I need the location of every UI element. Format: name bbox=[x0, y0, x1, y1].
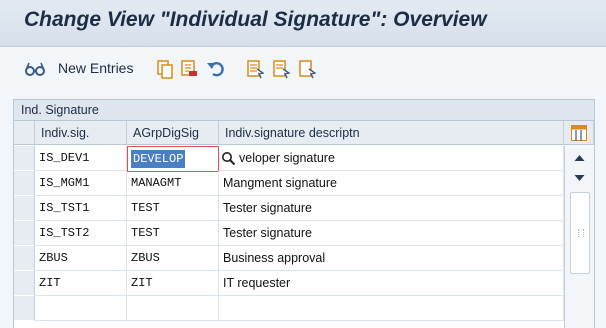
agrpdigsig-input[interactable]: DEVELOP bbox=[127, 146, 219, 172]
scrollbar-grip bbox=[578, 229, 584, 237]
table-cell-empty[interactable] bbox=[219, 296, 564, 321]
row-selector[interactable] bbox=[14, 221, 35, 246]
glasses-icon[interactable] bbox=[24, 59, 46, 79]
table-cell-sig[interactable]: IS_DEV1 bbox=[35, 146, 127, 171]
table-cell-desc[interactable]: IT requester bbox=[219, 271, 564, 296]
select-block-icon[interactable] bbox=[272, 59, 290, 79]
table-cell-empty[interactable] bbox=[127, 296, 219, 321]
table-cell-sig[interactable]: ZBUS bbox=[35, 246, 127, 271]
table-cell-desc[interactable]: veloper signature bbox=[219, 146, 564, 171]
table-cell-grp[interactable]: MANAGMT bbox=[127, 171, 219, 196]
agrpdigsig-input-value: DEVELOP bbox=[131, 150, 186, 168]
row-selector[interactable] bbox=[14, 271, 35, 296]
table-cell-grp[interactable]: TEST bbox=[127, 221, 219, 246]
table-cell-sig[interactable]: IS_MGM1 bbox=[35, 171, 127, 196]
select-all-icon[interactable] bbox=[246, 59, 264, 79]
new-entries-button[interactable]: New Entries bbox=[58, 60, 133, 76]
toolbar: New Entries bbox=[0, 47, 606, 91]
row-selector[interactable] bbox=[14, 171, 35, 196]
vertical-scrollbar[interactable] bbox=[564, 146, 594, 328]
table-cell-sig[interactable]: ZIT bbox=[35, 271, 127, 296]
table-cell-sig[interactable]: IS_TST2 bbox=[35, 221, 127, 246]
table-cell-grp[interactable]: TEST bbox=[127, 196, 219, 221]
select-all-corner[interactable] bbox=[14, 121, 35, 145]
table-cell-grp[interactable]: ZIT bbox=[127, 271, 219, 296]
table-cell-desc[interactable]: Tester signature bbox=[219, 221, 564, 246]
ind-signature-panel: Ind. Signature Indiv.sig. AGrpDigSig Ind… bbox=[13, 99, 595, 328]
table-settings-icon bbox=[571, 125, 587, 141]
row-selector[interactable] bbox=[14, 296, 35, 321]
column-header-indiv-sig[interactable]: Indiv.sig. bbox=[35, 121, 127, 145]
copy-icon[interactable] bbox=[156, 59, 174, 79]
delete-icon[interactable] bbox=[180, 59, 198, 79]
panel-title: Ind. Signature bbox=[14, 100, 594, 121]
signature-table: Indiv.sig. AGrpDigSig Indiv.signature de… bbox=[14, 121, 594, 328]
undo-icon[interactable] bbox=[206, 59, 226, 79]
table-settings-button[interactable] bbox=[564, 121, 594, 145]
row-selector[interactable] bbox=[14, 146, 35, 171]
title-bar: Change View "Individual Signature": Over… bbox=[0, 0, 606, 47]
table-cell-sig[interactable]: IS_TST1 bbox=[35, 196, 127, 221]
table-cell-desc[interactable]: Business approval bbox=[219, 246, 564, 271]
scroll-up-icon[interactable] bbox=[574, 154, 585, 162]
row-selector[interactable] bbox=[14, 196, 35, 221]
table-cell-grp[interactable]: ZBUS bbox=[127, 246, 219, 271]
scrollbar-thumb[interactable] bbox=[570, 192, 590, 274]
table-cell-desc[interactable]: Mangment signature bbox=[219, 171, 564, 196]
deselect-icon[interactable] bbox=[298, 59, 316, 79]
table-cell-empty[interactable] bbox=[35, 296, 127, 321]
scroll-down-icon[interactable] bbox=[574, 174, 585, 182]
page-title: Change View "Individual Signature": Over… bbox=[24, 8, 487, 31]
row-selector[interactable] bbox=[14, 246, 35, 271]
search-help-icon[interactable] bbox=[221, 151, 236, 166]
column-header-description[interactable]: Indiv.signature descriptn bbox=[219, 121, 564, 145]
column-header-agrpdigsig[interactable]: AGrpDigSig bbox=[127, 121, 219, 145]
table-cell-desc[interactable]: Tester signature bbox=[219, 196, 564, 221]
